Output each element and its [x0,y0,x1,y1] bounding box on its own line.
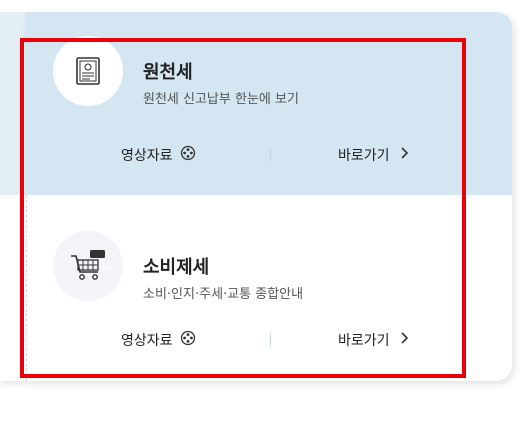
go-label: 바로가기 [338,148,390,164]
left-panel-edge-lower [0,195,26,381]
go-link[interactable]: 바로가기 [338,143,409,167]
tax-cart-icon: TAX [53,231,123,301]
film-reel-icon [180,330,196,350]
tax-badge: TAX [99,266,111,272]
card-links: 영상자료 바로가기 [26,328,512,352]
film-reel-icon [180,145,196,165]
card-withholding-tax[interactable]: 원천세 원천세 신고납부 한눈에 보기 영상자료 바로가기 [26,12,512,195]
document-icon [53,36,123,106]
panel-guide-line [26,195,28,381]
card-title: 원천세 [143,62,193,83]
card-subtitle: 소비·인지·주세·교통 종합안내 [143,287,304,302]
link-divider [270,148,271,162]
card-links: 영상자료 바로가기 [26,143,512,167]
card-consumption-tax[interactable]: TAX 소비제세 소비·인지·주세·교통 종합안내 영상자료 바로가기 [26,195,512,381]
video-material-link[interactable]: 영상자료 [121,328,196,352]
chevron-right-icon [400,332,409,348]
go-link[interactable]: 바로가기 [338,328,409,352]
card-subtitle: 원천세 신고납부 한눈에 보기 [143,92,299,107]
tax-guide-card-list: 원천세 원천세 신고납부 한눈에 보기 영상자료 바로가기 TAX 소비제세 소… [26,12,512,381]
video-material-label: 영상자료 [121,333,173,349]
go-label: 바로가기 [338,333,390,349]
left-panel-edge [0,12,26,195]
chevron-right-icon [400,147,409,163]
video-material-label: 영상자료 [121,148,173,164]
card-title: 소비제세 [143,257,210,278]
video-material-link[interactable]: 영상자료 [121,143,196,167]
link-divider [270,333,271,347]
